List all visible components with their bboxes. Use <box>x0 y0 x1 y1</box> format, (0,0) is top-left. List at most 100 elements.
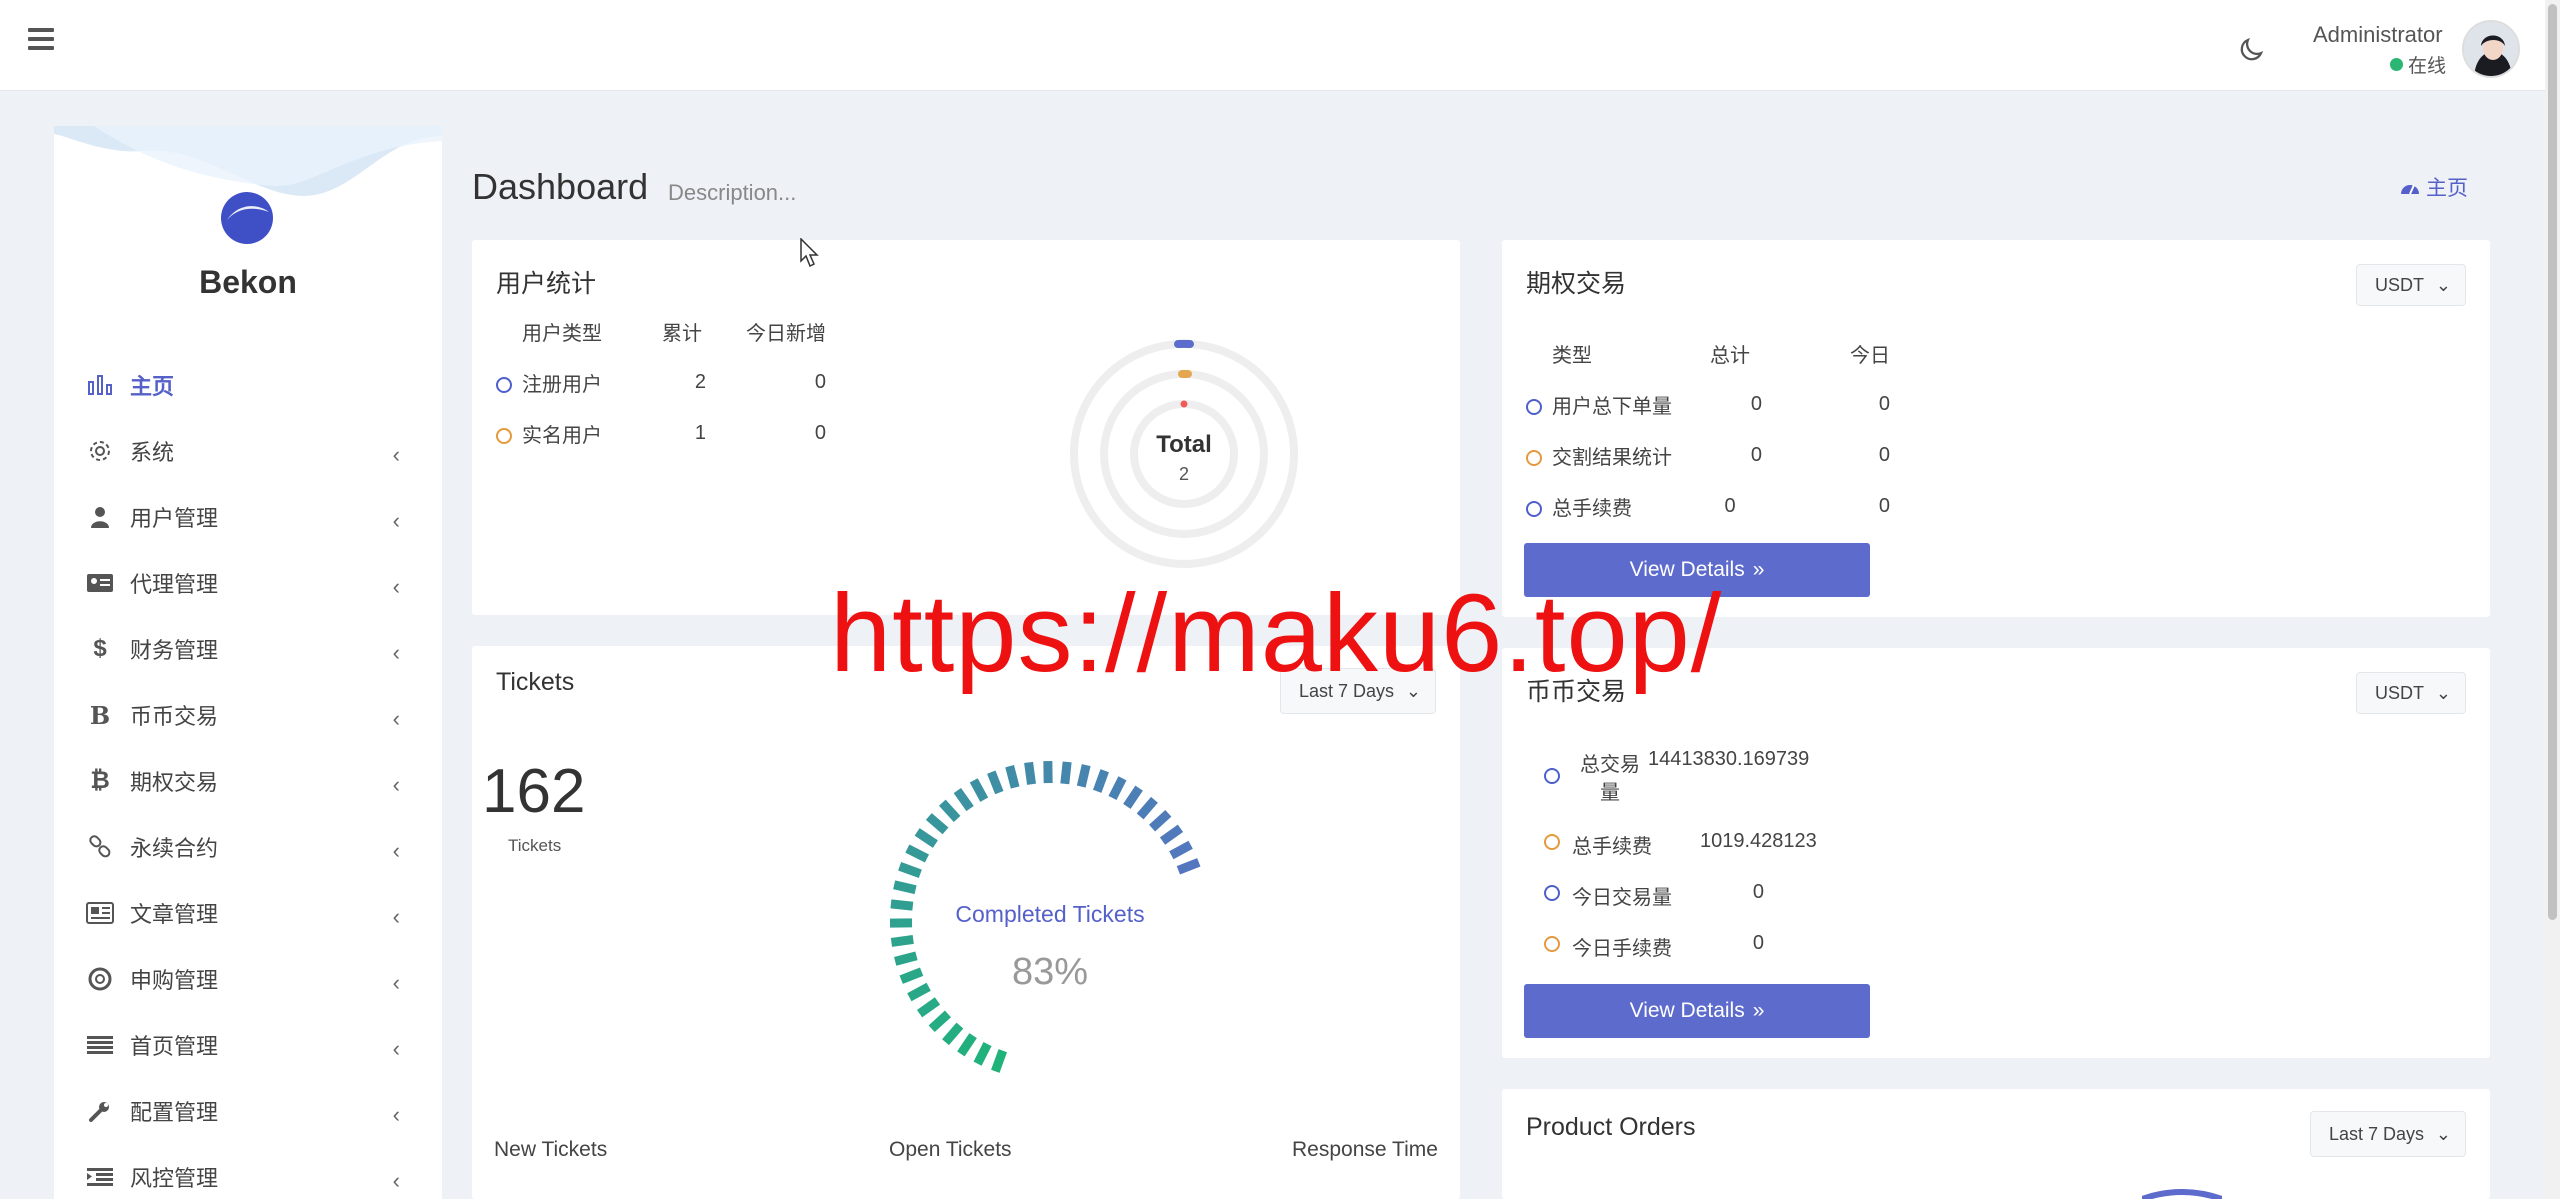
chevron-down-icon: ⌄ <box>2435 274 2451 295</box>
tickets-card: Tickets Last 7 Days ⌄ 162 Tickets Complet… <box>472 646 1460 1199</box>
sidebar-item-homepage[interactable]: 首页管理 ‹ <box>54 1012 442 1078</box>
gauge-segment <box>905 844 929 863</box>
bar-chart-icon <box>84 371 116 399</box>
moon-icon[interactable] <box>2236 35 2266 65</box>
sidebar-item-label: 配置管理 <box>130 1100 219 1125</box>
gauge-segment <box>1005 765 1020 789</box>
view-details-button[interactable]: View Details» <box>1524 984 1870 1038</box>
breadcrumb-home[interactable]: 主页 <box>2426 172 2468 202</box>
sidebar-item-label: 系统 <box>130 440 175 465</box>
page-scrollbar[interactable] <box>2545 0 2560 1199</box>
sidebar: Bekon 主页 系统 ‹ 用户管理 ‹ 代理管理 ‹ $ 财务管理 ‹ B 币… <box>54 126 442 1199</box>
chevron-down-icon: ⌄ <box>2435 1123 2451 1144</box>
column-header: 累计 <box>662 323 702 345</box>
sidebar-item-label: 永续合约 <box>130 836 219 861</box>
product-orders-card: Product Orders Last 7 Days ⌄ <box>1502 1089 2490 1199</box>
sidebar-item-risk-control[interactable]: 风控管理 ‹ <box>54 1144 442 1199</box>
legend-ring <box>496 377 512 393</box>
hamburger-menu-icon[interactable] <box>28 28 54 54</box>
gauge-segment <box>1024 761 1036 785</box>
sidebar-menu: 主页 系统 ‹ 用户管理 ‹ 代理管理 ‹ $ 财务管理 ‹ B 币币交易 ‹ … <box>54 352 442 1199</box>
column-header: 用户类型 <box>522 323 602 345</box>
gauge-segment <box>1159 824 1184 845</box>
legend-ring <box>1544 768 1560 784</box>
sidebar-item-agents[interactable]: 代理管理 ‹ <box>54 550 442 616</box>
sidebar-item-users[interactable]: 用户管理 ‹ <box>54 484 442 550</box>
brand-logo-icon <box>221 192 273 244</box>
ticket-count: 162 <box>482 757 586 826</box>
gauge-segment <box>893 880 917 895</box>
user-icon <box>84 503 116 531</box>
list-item: 总交易 量 14413830.169739 <box>1544 748 1864 808</box>
gauge-label: Completed Tickets <box>955 901 1144 927</box>
currency-select[interactable]: USDT ⌄ <box>2356 672 2466 714</box>
spot-trade-card: 币币交易 USDT ⌄ 总交易 量 14413830.169739 总手续费 10… <box>1502 648 2490 1058</box>
sidebar-item-label: 代理管理 <box>130 572 219 597</box>
gauge-segment <box>987 770 1004 795</box>
sidebar-item-label: 首页管理 <box>130 1034 219 1059</box>
list-icon <box>84 1031 116 1059</box>
table-row: 交割结果统计 0 0 <box>1526 430 1890 481</box>
user-stats-table: 用户类型 累计 今日新增 注册用户 2 0 实名用户 1 0 <box>496 306 826 459</box>
chevron-left-icon: ‹ <box>392 772 400 797</box>
table-header: 用户类型 累计 今日新增 <box>522 306 826 357</box>
gauge-segment <box>1123 785 1143 809</box>
currency-select[interactable]: USDT ⌄ <box>2356 264 2466 306</box>
indent-icon <box>84 1163 116 1191</box>
gauge-segment <box>898 862 922 879</box>
bold-b-icon: B <box>89 700 111 730</box>
gauge-segment <box>1108 776 1127 800</box>
watermark-text: https://maku6.top/ <box>830 572 1723 695</box>
gauge-segment <box>957 1033 977 1057</box>
table-row: 注册用户 2 0 <box>496 357 826 408</box>
user-name[interactable]: Administrator <box>2313 22 2443 48</box>
date-range-select[interactable]: Last 7 Days ⌄ <box>2310 1111 2466 1157</box>
sidebar-item-options-trading[interactable]: ₿ 期权交易 ‹ <box>54 748 442 814</box>
sidebar-item-finance[interactable]: $ 财务管理 ‹ <box>54 616 442 682</box>
sidebar-item-label: 币币交易 <box>130 704 219 729</box>
sidebar-item-label: 期权交易 <box>130 770 219 795</box>
gauge-segment <box>1076 764 1091 788</box>
gauge-segment <box>925 813 949 835</box>
completed-tickets-gauge: Completed Tickets 83% <box>889 760 1201 1073</box>
options-stats-table: 类型 总计 今日 用户总下单量 0 0 交割结果统计 0 0 总手续费 0 0 <box>1526 328 1890 532</box>
scrollbar-thumb[interactable] <box>2548 4 2557 920</box>
sidebar-item-spot-trading[interactable]: B 币币交易 ‹ <box>54 682 442 748</box>
gauge-segment <box>928 1010 951 1033</box>
gauge-segment <box>953 787 974 812</box>
chevron-left-icon: ‹ <box>392 970 400 995</box>
legend-ring <box>1526 501 1542 517</box>
sidebar-item-perpetual[interactable]: 永续合约 ‹ <box>54 814 442 880</box>
gauge-value: 83% <box>1012 951 1088 993</box>
card-title: 期权交易 <box>1526 270 1627 298</box>
page-title: Dashboard <box>472 166 649 207</box>
avatar[interactable] <box>2462 20 2520 78</box>
list-item: 总手续费 1019.428123 <box>1544 830 1864 860</box>
legend-ring <box>496 428 512 444</box>
gauge-segment <box>914 828 938 848</box>
chevron-left-icon: ‹ <box>392 442 400 467</box>
chevron-left-icon: ‹ <box>392 1102 400 1127</box>
sidebar-item-subscription[interactable]: 申购管理 ‹ <box>54 946 442 1012</box>
sidebar-item-system[interactable]: 系统 ‹ <box>54 418 442 484</box>
newspaper-icon <box>84 899 116 927</box>
list-item: 今日交易量 0 <box>1544 881 1864 911</box>
sidebar-item-config[interactable]: 配置管理 ‹ <box>54 1078 442 1144</box>
column-header: 总计 <box>1710 345 1750 367</box>
sidebar-item-articles[interactable]: 文章管理 ‹ <box>54 880 442 946</box>
gauge-segment <box>1092 769 1109 793</box>
table-header: 类型 总计 今日 <box>1552 328 1890 379</box>
footer-response-time: Response Time <box>1292 1138 1438 1161</box>
online-dot <box>2390 58 2403 71</box>
legend-ring <box>1526 399 1542 415</box>
breadcrumb[interactable]: 主页 <box>2400 172 2468 202</box>
page-description: Description... <box>668 180 797 205</box>
gauge-segment <box>973 1042 992 1066</box>
sidebar-item-label: 主页 <box>130 374 175 399</box>
donut-label: Total <box>1156 431 1212 458</box>
options-trade-card: 期权交易 USDT ⌄ 类型 总计 今日 用户总下单量 0 0 交割结果统计 0 … <box>1502 240 2490 617</box>
gauge-segment <box>907 982 931 1002</box>
column-header: 类型 <box>1552 345 1592 367</box>
sidebar-item-home[interactable]: 主页 <box>54 352 442 418</box>
card-title: Tickets <box>496 668 575 696</box>
